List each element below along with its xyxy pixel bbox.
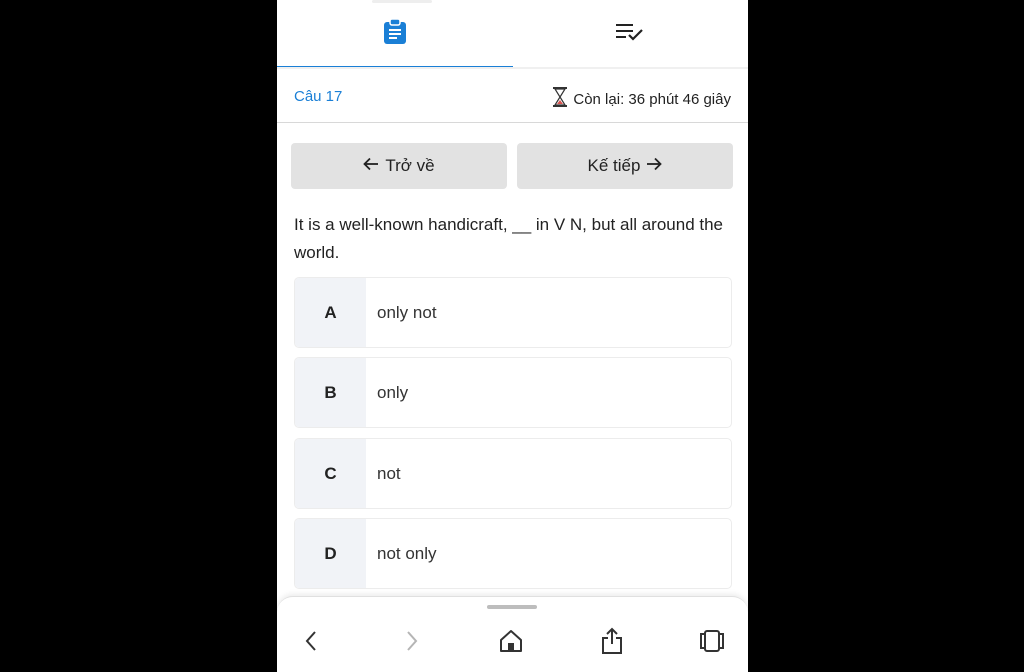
drag-handle[interactable]	[487, 605, 537, 609]
option-text: only	[377, 382, 409, 402]
option-letter: B	[295, 358, 366, 427]
browser-back-button[interactable]	[295, 627, 327, 659]
question-number: Câu 17	[294, 88, 343, 105]
option-text: only not	[377, 302, 437, 322]
browser-home-button[interactable]	[495, 627, 527, 659]
timer: Còn lại: 36 phút 46 giây	[552, 87, 731, 111]
next-button-label: Kế tiếp	[587, 156, 641, 175]
tabs-icon	[699, 629, 725, 658]
time-remaining: Còn lại: 36 phút 46 giây	[573, 90, 731, 108]
top-tabs	[277, 0, 748, 69]
option-letter: A	[295, 278, 366, 347]
arrow-left-icon	[363, 156, 379, 176]
phone-screen: Câu 17 Còn lại: 36 phút 46 giây Trở về K…	[277, 0, 748, 672]
tab-question[interactable]	[277, 0, 513, 69]
arrow-right-icon	[646, 156, 663, 176]
option-a[interactable]: A only not	[294, 277, 732, 348]
home-icon	[499, 629, 523, 658]
back-button[interactable]: Trở về	[291, 143, 507, 189]
tab-answer-list[interactable]	[513, 0, 749, 69]
option-b[interactable]: B only	[294, 357, 732, 428]
clipboard-icon	[383, 18, 407, 50]
back-icon	[304, 630, 318, 657]
option-text: not	[377, 463, 401, 483]
browser-tabs-button[interactable]	[696, 627, 728, 659]
browser-share-button[interactable]	[596, 627, 628, 659]
next-button[interactable]: Kế tiếp	[517, 143, 733, 189]
option-letter: D	[295, 519, 366, 588]
info-bar: Câu 17 Còn lại: 36 phút 46 giây	[277, 69, 748, 123]
checklist-icon	[616, 22, 644, 47]
browser-toolbar	[277, 596, 748, 672]
question-text: It is a well-known handicraft, __ in V N…	[294, 215, 724, 262]
forward-icon	[405, 630, 419, 657]
option-d[interactable]: D not only	[294, 518, 732, 589]
hourglass-icon	[552, 87, 568, 111]
option-letter: C	[295, 439, 366, 508]
back-button-label: Trở về	[385, 156, 435, 175]
option-c[interactable]: C not	[294, 438, 732, 509]
option-text: not only	[377, 543, 437, 563]
share-icon	[600, 627, 624, 660]
browser-forward-button[interactable]	[396, 627, 428, 659]
